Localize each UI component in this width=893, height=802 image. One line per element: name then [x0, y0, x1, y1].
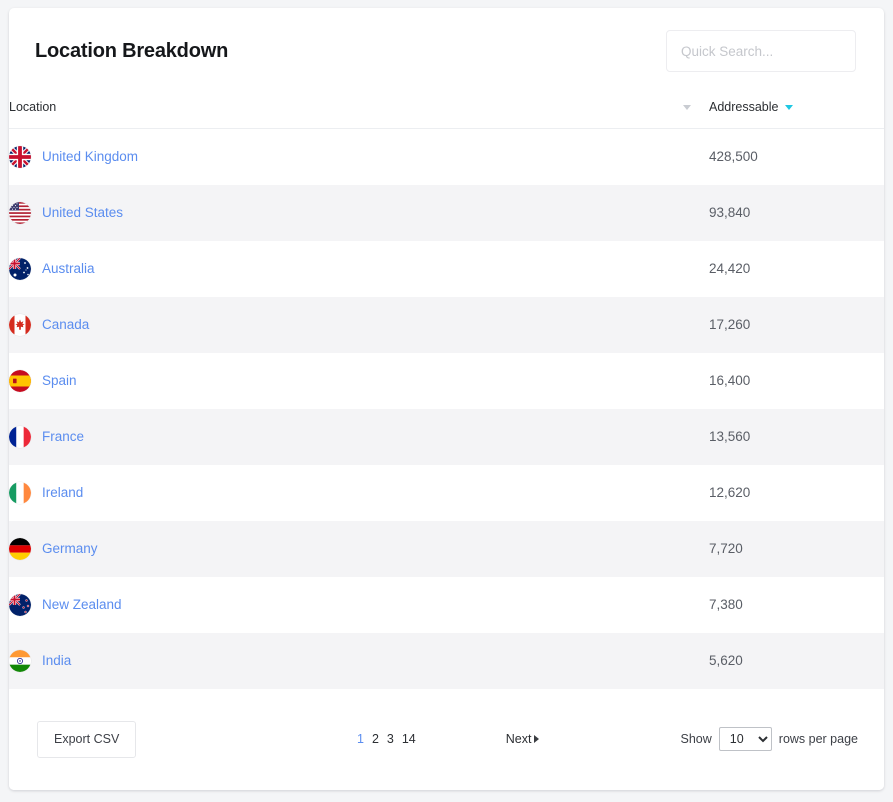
location-link[interactable]: United Kingdom: [42, 150, 138, 164]
next-page-label: Next: [505, 732, 532, 747]
location-cell: Germany: [9, 521, 709, 577]
addressable-cell: 7,380: [709, 597, 743, 612]
location-table: Location Addressable United Kingdom 428,…: [9, 92, 884, 689]
table-row: India 5,620: [9, 632, 884, 689]
addressable-cell: 16,400: [709, 373, 751, 388]
table-row: New Zealand 7,380: [9, 576, 884, 633]
flag-gb-icon: [9, 145, 31, 168]
sort-caret-down-icon: [784, 104, 793, 110]
addressable-cell: 17,260: [709, 317, 751, 332]
location-cell: Ireland: [9, 465, 709, 521]
column-header-location-label: Location: [9, 100, 57, 114]
location-link[interactable]: Australia: [42, 262, 95, 276]
location-cell: Spain: [9, 353, 709, 409]
location-link[interactable]: Spain: [42, 374, 77, 388]
pagination: 1 2 3 14 Next: [357, 732, 547, 746]
location-link[interactable]: India: [42, 654, 71, 668]
location-cell: United Kingdom: [9, 129, 709, 185]
export-csv-button[interactable]: Export CSV: [37, 721, 137, 758]
location-cell: Australia: [9, 241, 709, 297]
page-link-2[interactable]: 2: [372, 732, 379, 746]
search-input[interactable]: [666, 30, 856, 72]
flag-es-icon: [9, 369, 31, 392]
table-row: Australia 24,420: [9, 240, 884, 297]
flag-in-icon: [9, 649, 31, 672]
location-cell: France: [9, 409, 709, 465]
location-link[interactable]: Canada: [42, 318, 89, 332]
column-header-addressable-label: Addressable: [709, 100, 779, 114]
flag-ie-icon: [9, 481, 31, 504]
flag-de-icon: [9, 537, 31, 560]
page-link-1[interactable]: 1: [357, 732, 364, 746]
card-footer: Export CSV 1 2 3 14 Next Show 10 25 50 1…: [9, 688, 884, 790]
table-row: France 13,560: [9, 408, 884, 465]
page-link-3[interactable]: 3: [387, 732, 394, 746]
location-link[interactable]: Germany: [42, 542, 98, 556]
show-label: Show: [680, 732, 712, 747]
location-link[interactable]: France: [42, 430, 84, 444]
table-header-row: Location Addressable: [9, 92, 884, 129]
addressable-cell: 13,560: [709, 429, 751, 444]
addressable-cell: 7,720: [709, 541, 743, 556]
location-link[interactable]: United States: [42, 206, 123, 220]
table-row: United States 93,840: [9, 184, 884, 241]
column-header-addressable[interactable]: Addressable: [709, 92, 884, 129]
page-title: Location Breakdown: [35, 40, 229, 62]
location-link[interactable]: New Zealand: [42, 598, 122, 612]
column-header-location[interactable]: Location: [9, 92, 709, 129]
location-breakdown-card: Location Breakdown Location: [9, 8, 884, 790]
card-header: Location Breakdown: [9, 8, 884, 92]
caret-down-icon: [683, 104, 691, 110]
table-row: Spain 16,400: [9, 352, 884, 409]
table-row: Germany 7,720: [9, 520, 884, 577]
table-row: Canada 17,260: [9, 296, 884, 353]
location-cell: Canada: [9, 297, 709, 353]
flag-ca-icon: [9, 313, 31, 336]
next-page-button[interactable]: Next: [506, 732, 540, 746]
location-cell: India: [9, 633, 709, 689]
flag-fr-icon: [9, 425, 31, 448]
addressable-cell: 428,500: [709, 149, 758, 165]
addressable-cell: 12,620: [709, 485, 751, 500]
page-link-14[interactable]: 14: [402, 732, 416, 746]
location-link[interactable]: Ireland: [42, 486, 83, 500]
addressable-cell: 24,420: [709, 261, 751, 276]
rows-per-page-control: Show 10 25 50 100 rows per page: [680, 727, 858, 752]
flag-us-icon: [9, 201, 31, 224]
addressable-cell: 5,620: [709, 653, 743, 668]
table-body: United Kingdom 428,500 United States 93,…: [9, 128, 884, 689]
table-row: Ireland 12,620: [9, 464, 884, 521]
location-cell: United States: [9, 185, 709, 241]
page-background: Location Breakdown Location: [0, 0, 893, 802]
rows-per-page-suffix: rows per page: [778, 732, 858, 747]
chevron-right-icon: [534, 735, 540, 744]
rows-per-page-select[interactable]: 10 25 50 100: [718, 727, 772, 752]
addressable-cell: 93,840: [709, 205, 751, 220]
location-cell: New Zealand: [9, 577, 709, 633]
table-row: United Kingdom 428,500: [9, 128, 884, 185]
table-header: Location Addressable: [9, 92, 884, 129]
flag-nz-icon: [9, 593, 31, 616]
flag-au-icon: [9, 257, 31, 280]
